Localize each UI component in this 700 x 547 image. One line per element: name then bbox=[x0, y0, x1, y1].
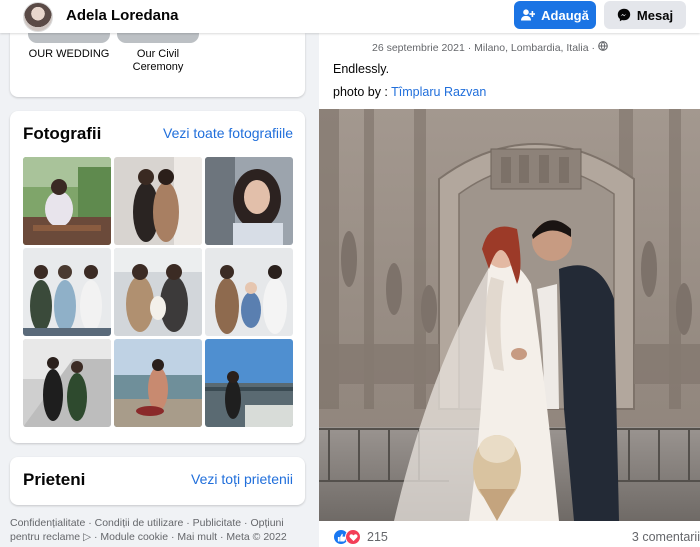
post-card: 26 septembrie 2021 · Milano, Lombardia, … bbox=[319, 33, 700, 547]
see-all-friends-link[interactable]: Vezi toți prietenii bbox=[191, 471, 293, 487]
avatar[interactable] bbox=[23, 2, 53, 32]
globe-icon bbox=[598, 41, 608, 51]
photo-thumbnail[interactable] bbox=[114, 248, 202, 336]
photo-thumbnail[interactable] bbox=[205, 248, 293, 336]
see-all-photos-link[interactable]: Vezi toate fotografiile bbox=[163, 125, 293, 141]
love-icon bbox=[345, 529, 361, 545]
photo-thumbnail[interactable] bbox=[23, 157, 111, 245]
friends-title[interactable]: Prieteni bbox=[23, 470, 85, 490]
messenger-icon bbox=[617, 8, 631, 22]
post-credit: photo by : Tîmplaru Razvan bbox=[333, 85, 486, 99]
add-friend-button[interactable]: Adaugă bbox=[514, 1, 596, 29]
highlight-thumbnail[interactable] bbox=[28, 33, 110, 43]
photographer-link[interactable]: Tîmplaru Razvan bbox=[391, 85, 486, 99]
post-meta: 26 septembrie 2021 · Milano, Lombardia, … bbox=[372, 41, 608, 54]
highlight-thumbnail[interactable] bbox=[117, 33, 199, 43]
profile-header-bar: Adela Loredana Adaugă Mesaj bbox=[0, 0, 700, 33]
message-label: Mesaj bbox=[636, 7, 674, 23]
person-plus-icon bbox=[521, 9, 536, 21]
friends-card: Prieteni Vezi toți prietenii bbox=[10, 457, 305, 505]
photo-thumbnail[interactable] bbox=[205, 339, 293, 427]
page-footer-links[interactable]: Confidențialitate · Condiții de utilizar… bbox=[10, 516, 305, 544]
post-photo[interactable] bbox=[319, 109, 700, 521]
photo-thumbnail[interactable] bbox=[23, 339, 111, 427]
post-location[interactable]: Milano, Lombardia, Italia bbox=[474, 42, 588, 54]
story-highlights-card: OUR WEDDING Our Civil Ceremony bbox=[10, 33, 305, 97]
photo-thumbnail[interactable] bbox=[23, 248, 111, 336]
photo-thumbnail[interactable] bbox=[114, 339, 202, 427]
photo-thumbnail[interactable] bbox=[114, 157, 202, 245]
post-text: Endlessly. bbox=[333, 62, 390, 76]
comments-count[interactable]: 3 comentarii bbox=[632, 530, 700, 544]
photos-title[interactable]: Fotografii bbox=[23, 124, 101, 144]
add-friend-label: Adaugă bbox=[541, 7, 589, 23]
highlight-label[interactable]: Our Civil Ceremony bbox=[113, 48, 203, 74]
highlight-label[interactable]: OUR WEDDING bbox=[24, 48, 114, 61]
credit-prefix: photo by : bbox=[333, 85, 392, 99]
message-button[interactable]: Mesaj bbox=[604, 1, 686, 29]
photos-card: Fotografii Vezi toate fotografiile bbox=[10, 111, 305, 443]
post-date[interactable]: 26 septembrie 2021 bbox=[372, 42, 465, 54]
reactions-summary[interactable]: 215 bbox=[333, 529, 388, 545]
reaction-count[interactable]: 215 bbox=[367, 530, 388, 544]
profile-name[interactable]: Adela Loredana bbox=[66, 7, 179, 24]
photo-thumbnail[interactable] bbox=[205, 157, 293, 245]
